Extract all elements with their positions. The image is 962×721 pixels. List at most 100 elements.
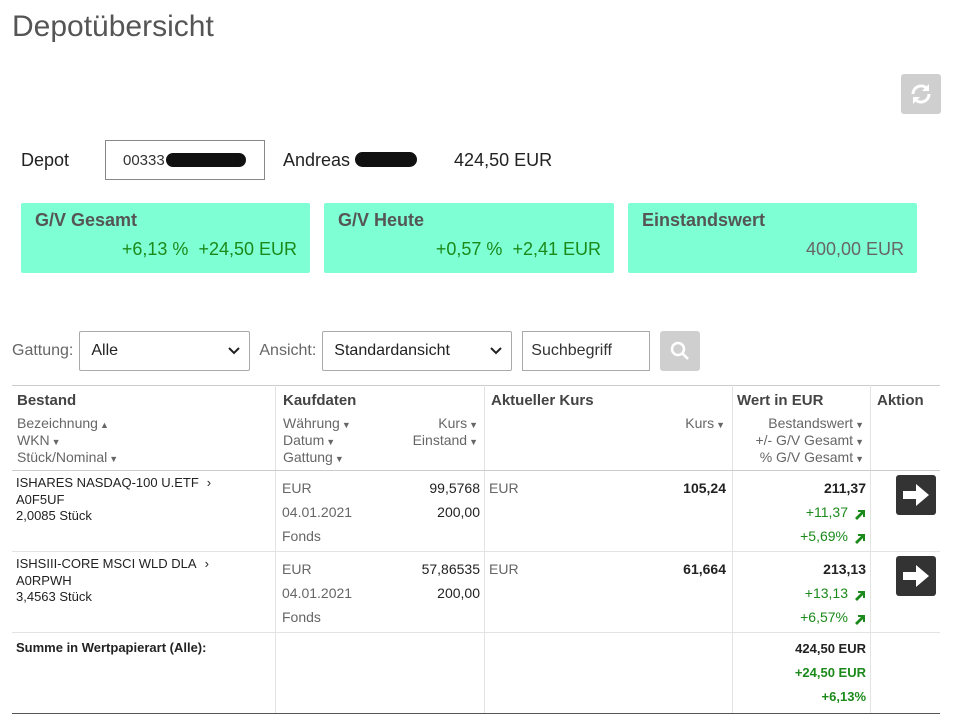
- sort-desc-icon: ▼: [469, 437, 478, 447]
- depot-label: Depot: [21, 149, 70, 170]
- currency: EUR: [282, 480, 312, 496]
- kpi-gv-heute: G/V Heute +0,57 % +2,41 EUR: [324, 203, 614, 273]
- kpi-title: Einstandswert: [642, 210, 766, 230]
- currency: EUR: [282, 561, 312, 577]
- quantity: 3,4563 Stück: [16, 589, 92, 604]
- sort-desc-icon: ▼: [855, 454, 864, 464]
- gain-amount: +13,13: [804, 585, 848, 601]
- buy-date: 04.01.2021: [282, 504, 353, 520]
- ansicht-select[interactable]: Standardansicht: [322, 331, 513, 371]
- current-price: 61,664: [683, 561, 726, 577]
- sort-desc-icon: ▼: [109, 454, 119, 464]
- kpi-values: +6,13 % +24,50 EUR: [122, 239, 297, 260]
- gattung-label: Gattung:: [12, 342, 74, 359]
- header-wert: Wert in EUR: [737, 392, 824, 409]
- quantity: 2,0085 Stück: [16, 508, 92, 523]
- header-aktueller-kurs: Aktueller Kurs: [491, 392, 594, 409]
- sort-desc-icon: ▼: [716, 420, 725, 430]
- gattung-value: Alle: [91, 342, 119, 359]
- ansicht-label: Ansicht:: [259, 342, 317, 359]
- security-name-link[interactable]: ISHSIII-CORE MSCI WLD DLA ›: [16, 556, 209, 571]
- gattung-select[interactable]: Alle: [79, 331, 251, 371]
- header-bestand: Bestand: [17, 392, 77, 409]
- depot-number: 00333: [123, 151, 165, 169]
- wkn: A0F5UF: [16, 492, 65, 507]
- gain-amount: +11,37: [805, 504, 848, 520]
- kpi-gv-gesamt: G/V Gesamt +6,13 % +24,50 EUR: [21, 203, 310, 273]
- kpi-amount: +24,50 EUR: [198, 239, 297, 259]
- gain-pct: +6,57%: [800, 609, 848, 625]
- search-icon: [671, 341, 690, 360]
- sort-desc-icon: ▼: [469, 420, 478, 430]
- current-currency: EUR: [489, 480, 519, 496]
- kpi-einstandswert: Einstandswert 400,00 EUR: [628, 203, 917, 273]
- summary-gain: +24,50 EUR: [794, 665, 866, 680]
- sort-akt-kurs[interactable]: Kurs ▼: [685, 415, 725, 434]
- buy-price: 57,86535: [421, 561, 480, 577]
- depot-number-field[interactable]: 00333: [105, 140, 265, 180]
- refresh-button[interactable]: [901, 74, 941, 114]
- sort-gattung[interactable]: Gattung ▼: [283, 449, 344, 468]
- buy-date: 04.01.2021: [282, 585, 353, 601]
- trend-up-icon: [855, 534, 865, 544]
- arrow-right-icon: [903, 565, 929, 587]
- wkn: A0RPWH: [16, 573, 72, 588]
- position-value: 213,13: [823, 561, 866, 577]
- header-kaufdaten: Kaufdaten: [283, 392, 357, 409]
- chevron-down-icon: [490, 347, 503, 355]
- summary-label: Summe in Wertpapierart (Alle):: [16, 640, 207, 655]
- security-name-link[interactable]: ISHARES NASDAQ-100 U.ETF ›: [16, 475, 211, 490]
- trend-up-icon: [855, 615, 865, 625]
- sort-desc-icon: ▼: [334, 454, 344, 464]
- security-type: Fonds: [282, 528, 321, 544]
- redaction: [166, 153, 246, 167]
- ansicht-value: Standardansicht: [334, 342, 450, 359]
- search-button[interactable]: [660, 331, 701, 371]
- cost: 200,00: [437, 504, 480, 520]
- kpi-title: G/V Heute: [338, 210, 425, 230]
- redaction: [355, 151, 417, 167]
- trend-up-icon: [855, 591, 865, 601]
- kpi-pct: +6,13 %: [121, 239, 189, 259]
- sort-desc-icon: ▼: [341, 420, 351, 430]
- kpi-amount: +2,41 EUR: [512, 239, 601, 259]
- kpi-pct: +0,57 %: [435, 239, 503, 259]
- sort-desc-icon: ▼: [51, 437, 61, 447]
- sort-asc-icon: ▲: [99, 420, 109, 430]
- sort-stueck[interactable]: Stück/Nominal ▼: [17, 449, 118, 468]
- chevron-right-icon: ›: [206, 475, 212, 490]
- current-currency: EUR: [489, 561, 519, 577]
- security-type: Fonds: [282, 609, 321, 625]
- buy-price: 99,5768: [429, 480, 480, 496]
- search-input[interactable]: Suchbegriff: [522, 331, 651, 371]
- chevron-right-icon: ›: [204, 556, 209, 571]
- chevron-down-icon: [228, 347, 241, 355]
- kpi-values: +0,57 % +2,41 EUR: [436, 239, 601, 260]
- depot-row: Depot 00333 Andreas 424,50 EUR: [21, 140, 552, 180]
- sort-einstand[interactable]: Einstand ▼: [413, 432, 478, 451]
- depot-total: 424,50 EUR: [454, 149, 553, 170]
- search-placeholder: Suchbegriff: [531, 342, 612, 359]
- header-aktion: Aktion: [877, 392, 924, 409]
- cost: 200,00: [437, 585, 480, 601]
- page-title: Depotübersicht: [12, 10, 214, 43]
- depot-owner: Andreas: [283, 150, 417, 171]
- sort-desc-icon: ▼: [326, 437, 336, 447]
- sort-desc-icon: ▼: [855, 420, 864, 430]
- gain-pct: +5,69%: [800, 528, 848, 544]
- kpi-values: 400,00 EUR: [806, 239, 904, 260]
- kpi-amount: 400,00 EUR: [805, 239, 904, 259]
- arrow-right-icon: [903, 484, 929, 506]
- refresh-icon: [911, 84, 931, 104]
- sort-desc-icon: ▼: [855, 437, 864, 447]
- action-button[interactable]: [896, 475, 936, 515]
- kpi-title: G/V Gesamt: [35, 210, 138, 230]
- trend-up-icon: [855, 510, 865, 520]
- current-price: 105,24: [683, 480, 726, 496]
- sort-pct-gv[interactable]: % G/V Gesamt ▼: [760, 449, 864, 468]
- filter-row: Gattung: Alle Ansicht: Standardansicht S…: [12, 331, 701, 371]
- position-value: 211,37: [823, 480, 866, 496]
- action-button[interactable]: [896, 556, 936, 596]
- summary-gain-pct: +6,13%: [821, 689, 866, 704]
- summary-value: 424,50 EUR: [795, 641, 866, 656]
